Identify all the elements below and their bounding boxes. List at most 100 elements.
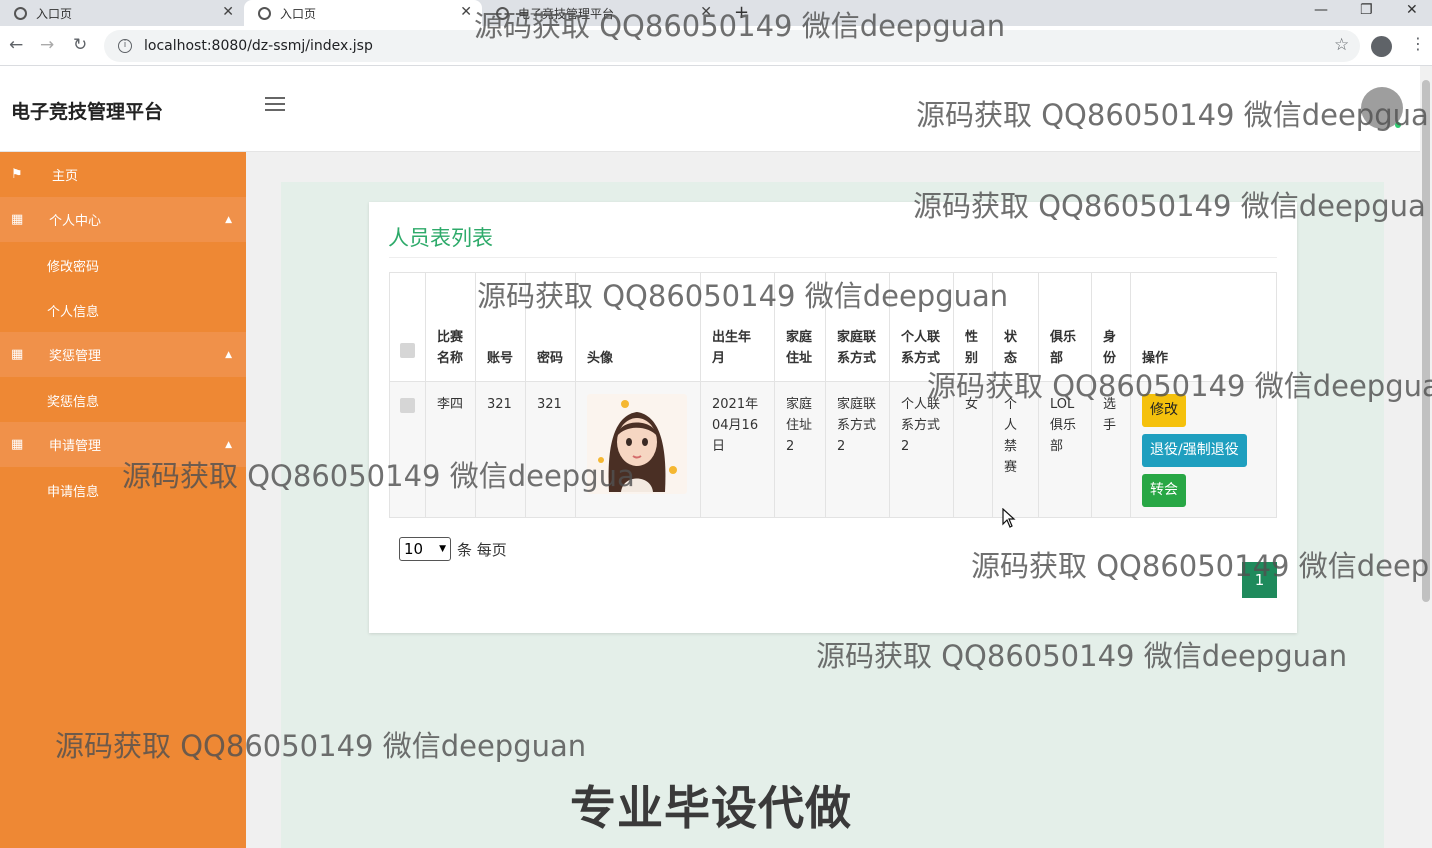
tab-title: 入口页 [36, 6, 73, 21]
app-header: 电子竞技管理平台 [0, 66, 1420, 152]
col-club: 俱乐部 [1038, 272, 1092, 382]
transfer-button[interactable]: 转会 [1142, 474, 1186, 507]
close-tab-icon[interactable]: ✕ [222, 4, 234, 20]
sidebar-subitem-rewards-info[interactable]: 奖惩信息 [0, 377, 246, 422]
forward-icon[interactable]: → [40, 35, 54, 55]
sidebar: ⚑ 主页 ▦ 个人中心 ▲ 修改密码 个人信息 ▦ 奖惩管理 ▲ 奖惩信息 ▦ … [0, 152, 246, 848]
col-personal-contact: 个人联系方式 [889, 272, 954, 382]
sidebar-item-personal-center[interactable]: ▦ 个人中心 ▲ [0, 197, 246, 242]
reload-icon[interactable]: ↻ [73, 35, 87, 55]
divider [389, 257, 1277, 258]
row-select-cell [389, 381, 426, 518]
page-size-select[interactable]: 10 ▼ [399, 537, 451, 561]
sidebar-item-label: 奖惩管理 [49, 349, 102, 364]
sidebar-subitem-label: 个人信息 [47, 305, 100, 320]
sidebar-item-label: 个人中心 [49, 214, 102, 229]
window-close-icon[interactable]: ✕ [1406, 2, 1418, 18]
close-tab-icon[interactable]: ✕ [460, 4, 472, 20]
cell-name: 李四 [425, 381, 476, 518]
main-content: 人员表列表 比赛名称 账号 密码 头像 出生年月 家庭住址 家庭联系方式 个人联… [246, 152, 1420, 848]
page-size-label: 条 每页 [457, 541, 507, 559]
sidebar-item-home[interactable]: ⚑ 主页 [0, 152, 246, 197]
info-icon[interactable]: i [118, 39, 132, 53]
col-actions: 操作 [1130, 272, 1277, 382]
browser-tab-3[interactable]: 电子竞技管理平台 ✕ [482, 0, 722, 26]
data-table: 比赛名称 账号 密码 头像 出生年月 家庭住址 家庭联系方式 个人联系方式 性别… [389, 272, 1277, 518]
minimize-icon[interactable]: — [1314, 2, 1328, 18]
browser-tab-1[interactable]: 入口页 ✕ [0, 0, 244, 26]
cell-identity: 选手 [1091, 381, 1131, 518]
bookmark-star-icon[interactable]: ☆ [1334, 35, 1349, 55]
cell-account: 321 [475, 381, 526, 518]
globe-icon [14, 6, 27, 20]
avatar-photo [587, 394, 687, 494]
sidebar-subitem-label: 申请信息 [47, 485, 100, 500]
back-icon[interactable]: ← [9, 35, 23, 55]
col-identity: 身份 [1091, 272, 1131, 382]
cell-gender: 女 [953, 381, 993, 518]
retire-button[interactable]: 退役/强制退役 [1142, 434, 1247, 467]
sidebar-item-label: 申请管理 [49, 439, 102, 454]
sidebar-subitem-label: 修改密码 [47, 260, 100, 275]
sidebar-subitem-change-password[interactable]: 修改密码 [0, 242, 246, 287]
row-checkbox[interactable] [400, 398, 415, 413]
sidebar-subitem-label: 奖惩信息 [47, 395, 100, 410]
cell-address: 家庭住址2 [774, 381, 826, 518]
page-size-value: 10 [404, 540, 424, 558]
cell-club: LOL俱乐部 [1038, 381, 1092, 518]
caret-up-icon: ▲ [225, 439, 232, 450]
globe-icon [496, 6, 509, 20]
select-all-checkbox[interactable] [400, 343, 415, 358]
edit-button[interactable]: 修改 [1142, 394, 1186, 427]
caret-up-icon: ▲ [225, 214, 232, 225]
online-status-dot [1395, 122, 1401, 128]
content-panel: 人员表列表 比赛名称 账号 密码 头像 出生年月 家庭住址 家庭联系方式 个人联… [281, 182, 1384, 848]
list-card: 人员表列表 比赛名称 账号 密码 头像 出生年月 家庭住址 家庭联系方式 个人联… [369, 202, 1297, 633]
cell-status: 个人禁赛 [992, 381, 1039, 518]
col-avatar: 头像 [575, 272, 701, 382]
sidebar-item-applications[interactable]: ▦ 申请管理 ▲ [0, 422, 246, 467]
table-row: 李四 321 321 2021年04月16日 家庭住址2 家庭联系方式2 个人联… [389, 381, 1277, 518]
promo-banner: 专业毕设代做 [570, 781, 852, 835]
grid-icon: ▦ [11, 437, 24, 452]
address-bar[interactable]: i localhost:8080/dz-ssmj/index.jsp [104, 30, 1360, 62]
col-gender: 性别 [953, 272, 993, 382]
sidebar-item-label: 主页 [52, 169, 79, 184]
page-button-1[interactable]: 1 [1242, 562, 1277, 598]
page-scrollbar[interactable] [1420, 66, 1432, 848]
sidebar-subitem-personal-info[interactable]: 个人信息 [0, 287, 246, 332]
globe-icon [258, 6, 271, 20]
scrollbar-thumb[interactable] [1422, 80, 1430, 602]
brand-title: 电子竞技管理平台 [11, 101, 164, 123]
cell-avatar [575, 381, 701, 518]
caret-up-icon: ▲ [225, 349, 232, 360]
grid-icon: ▦ [11, 347, 24, 362]
table-header-row: 比赛名称 账号 密码 头像 出生年月 家庭住址 家庭联系方式 个人联系方式 性别… [389, 272, 1277, 382]
sidebar-subitem-application-info[interactable]: 申请信息 [0, 467, 246, 512]
cell-actions: 修改 退役/强制退役 转会 [1130, 381, 1277, 518]
close-tab-icon[interactable]: ✕ [700, 4, 712, 20]
col-home-contact: 家庭联系方式 [825, 272, 890, 382]
cell-password: 321 [525, 381, 576, 518]
profile-icon[interactable] [1371, 36, 1392, 57]
sidebar-item-rewards[interactable]: ▦ 奖惩管理 ▲ [0, 332, 246, 377]
cell-birth: 2021年04月16日 [700, 381, 775, 518]
new-tab-icon[interactable]: + [734, 2, 749, 23]
restore-icon[interactable]: ❐ [1360, 2, 1373, 18]
browser-toolbar: ← → ↻ i localhost:8080/dz-ssmj/index.jsp… [0, 26, 1432, 66]
col-password: 密码 [525, 272, 576, 382]
cell-home-contact: 家庭联系方式2 [825, 381, 890, 518]
tab-title: 电子竞技管理平台 [518, 6, 615, 21]
hamburger-icon[interactable] [265, 97, 285, 115]
grid-icon: ▦ [11, 212, 24, 227]
col-account: 账号 [475, 272, 526, 382]
col-address: 家庭住址 [774, 272, 826, 382]
browser-tab-bar: 入口页 ✕ 入口页 ✕ 电子竞技管理平台 ✕ + — ❐ ✕ [0, 0, 1432, 26]
col-match-name: 比赛名称 [425, 272, 476, 382]
browser-tab-2[interactable]: 入口页 ✕ [244, 0, 482, 26]
flag-icon: ⚑ [11, 167, 23, 182]
menu-icon[interactable]: ⋮ [1410, 34, 1426, 53]
col-birth: 出生年月 [700, 272, 775, 382]
url-text: localhost:8080/dz-ssmj/index.jsp [144, 38, 373, 54]
select-all-cell [389, 272, 426, 382]
